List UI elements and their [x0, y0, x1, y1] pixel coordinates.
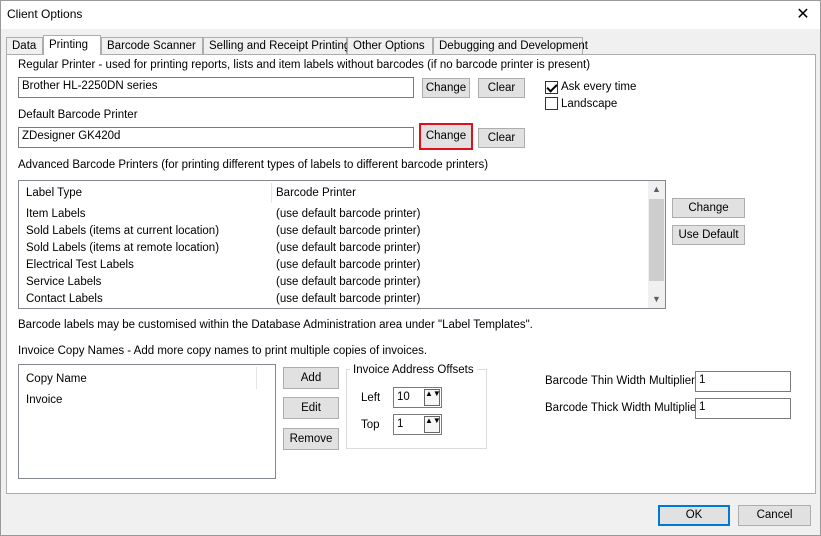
add-copy-button[interactable]: Add	[283, 367, 339, 389]
label-type-cell[interactable]: Contact Labels	[26, 293, 103, 305]
default-barcode-field[interactable]: ZDesigner GK420d	[18, 127, 414, 148]
default-barcode-change-button[interactable]: Change	[419, 123, 473, 150]
invoice-copy-names-label: Invoice Copy Names - Add more copy names…	[18, 345, 428, 357]
column-header-copy-name[interactable]: Copy Name	[26, 373, 87, 385]
regular-printer-change-button[interactable]: Change	[422, 78, 470, 98]
barcode-printer-cell[interactable]: (use default barcode printer)	[276, 225, 420, 237]
landscape-checkbox[interactable]	[545, 97, 558, 110]
barcode-printer-cell[interactable]: (use default barcode printer)	[276, 259, 420, 271]
label-type-cell[interactable]: Sold Labels (items at remote location)	[26, 242, 219, 254]
column-header-label-type[interactable]: Label Type	[26, 187, 82, 199]
ask-every-time-checkbox[interactable]	[545, 81, 558, 94]
tab-barcode-scanner[interactable]: Barcode Scanner	[101, 37, 203, 55]
invoice-address-offsets-group	[346, 369, 487, 449]
title-bar: Client Options ✕	[1, 1, 820, 29]
default-barcode-clear-button[interactable]: Clear	[478, 128, 525, 148]
left-offset-label: Left	[361, 392, 381, 404]
use-default-button[interactable]: Use Default	[672, 225, 745, 245]
thin-multiplier-label: Barcode Thin Width Multiplier	[545, 375, 695, 387]
printing-panel: Regular Printer - used for printing repo…	[6, 54, 816, 494]
advanced-list-scrollbar[interactable]: ▲ ▼	[648, 181, 665, 308]
label-type-cell[interactable]: Sold Labels (items at current location)	[26, 225, 219, 237]
column-separator	[271, 183, 272, 203]
tab-printing[interactable]: Printing	[43, 35, 101, 55]
top-offset-value: 1	[397, 418, 404, 430]
scroll-down-icon[interactable]: ▼	[648, 291, 665, 308]
column-header-barcode-printer[interactable]: Barcode Printer	[276, 187, 356, 199]
left-offset-value: 10	[397, 391, 410, 403]
label-templates-note: Barcode labels may be customised within …	[18, 319, 533, 331]
cancel-button[interactable]: Cancel	[738, 505, 811, 526]
remove-copy-button[interactable]: Remove	[283, 428, 339, 450]
copy-name-cell[interactable]: Invoice	[26, 394, 62, 406]
regular-printer-label: Regular Printer - used for printing repo…	[18, 59, 591, 71]
invoice-copy-list[interactable]: Copy Name Invoice	[18, 364, 276, 479]
ask-every-time-label: Ask every time	[561, 81, 637, 93]
label-type-cell[interactable]: Service Labels	[26, 276, 101, 288]
regular-printer-clear-button[interactable]: Clear	[478, 78, 525, 98]
advanced-printers-label: Advanced Barcode Printers (for printing …	[18, 159, 489, 171]
close-icon[interactable]: ✕	[792, 4, 814, 26]
spinner-arrows-icon[interactable]: ▲▼	[424, 389, 441, 406]
default-barcode-label: Default Barcode Printer	[18, 109, 138, 121]
barcode-printer-cell[interactable]: (use default barcode printer)	[276, 242, 420, 254]
top-offset-label: Top	[361, 419, 380, 431]
barcode-printer-cell[interactable]: (use default barcode printer)	[276, 208, 420, 220]
thin-multiplier-field[interactable]: 1	[695, 371, 791, 392]
edit-copy-button[interactable]: Edit	[283, 397, 339, 419]
client-options-window: Client Options ✕ Data Printing Barcode S…	[0, 0, 821, 536]
thick-multiplier-label: Barcode Thick Width Multiplier	[545, 402, 701, 414]
invoice-address-offsets-label: Invoice Address Offsets	[350, 364, 477, 376]
column-separator	[256, 367, 257, 389]
ok-button[interactable]: OK	[658, 505, 730, 526]
tab-selling-receipt[interactable]: Selling and Receipt Printing	[203, 37, 350, 55]
window-title: Client Options	[7, 7, 83, 21]
scroll-up-icon[interactable]: ▲	[648, 181, 665, 198]
advanced-printers-list[interactable]: Label Type Barcode Printer Item Labels (…	[18, 180, 666, 309]
scroll-thumb[interactable]	[649, 199, 664, 281]
advanced-change-button[interactable]: Change	[672, 198, 745, 218]
label-type-cell[interactable]: Item Labels	[26, 208, 85, 220]
tab-other-options[interactable]: Other Options	[347, 37, 433, 55]
barcode-printer-cell[interactable]: (use default barcode printer)	[276, 293, 420, 305]
left-offset-spinner[interactable]: 10 ▲▼	[393, 387, 442, 408]
barcode-printer-cell[interactable]: (use default barcode printer)	[276, 276, 420, 288]
regular-printer-field[interactable]: Brother HL-2250DN series	[18, 77, 414, 98]
label-type-cell[interactable]: Electrical Test Labels	[26, 259, 134, 271]
landscape-label: Landscape	[561, 98, 618, 110]
thick-multiplier-field[interactable]: 1	[695, 398, 791, 419]
top-offset-spinner[interactable]: 1 ▲▼	[393, 414, 442, 435]
spinner-arrows-icon[interactable]: ▲▼	[424, 416, 441, 433]
tab-debugging[interactable]: Debugging and Development	[433, 37, 588, 55]
tab-data[interactable]: Data	[6, 37, 43, 55]
